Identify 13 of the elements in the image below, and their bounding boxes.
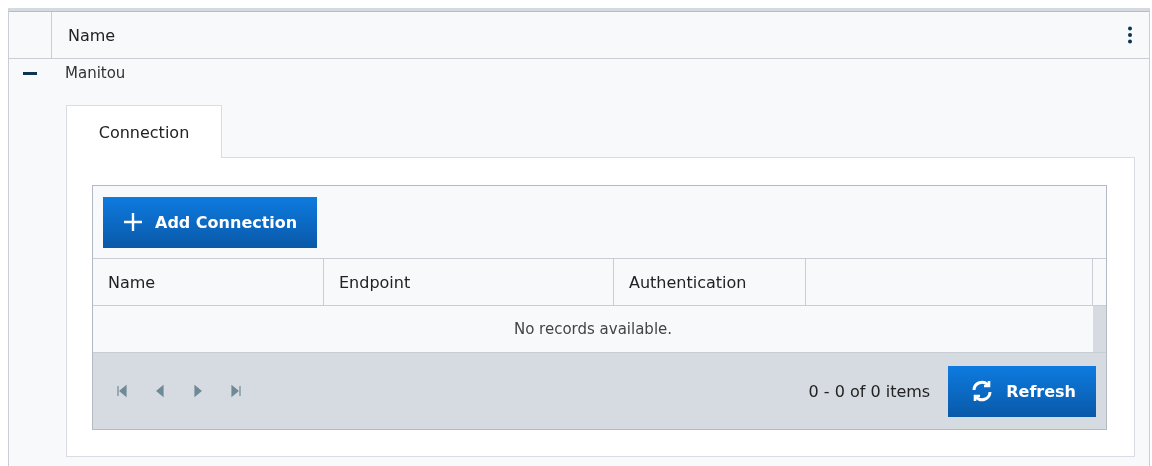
pager-info: 0 - 0 of 0 items [808, 381, 931, 401]
column-header: Authentication [614, 259, 806, 305]
more-options-icon[interactable] [1127, 26, 1133, 44]
plus-icon [123, 212, 143, 232]
row-name: Manitou [64, 64, 126, 82]
add-connection-button[interactable]: Add Connection [103, 196, 318, 248]
refresh-button[interactable]: Refresh [948, 365, 1096, 417]
tab[interactable]: Connection [66, 105, 222, 158]
minus-icon [23, 71, 37, 75]
column-header: Name [93, 259, 324, 305]
column-title: Name [68, 25, 116, 45]
empty-message: No records available. [512, 319, 674, 340]
column-header: Endpoint [324, 259, 614, 305]
